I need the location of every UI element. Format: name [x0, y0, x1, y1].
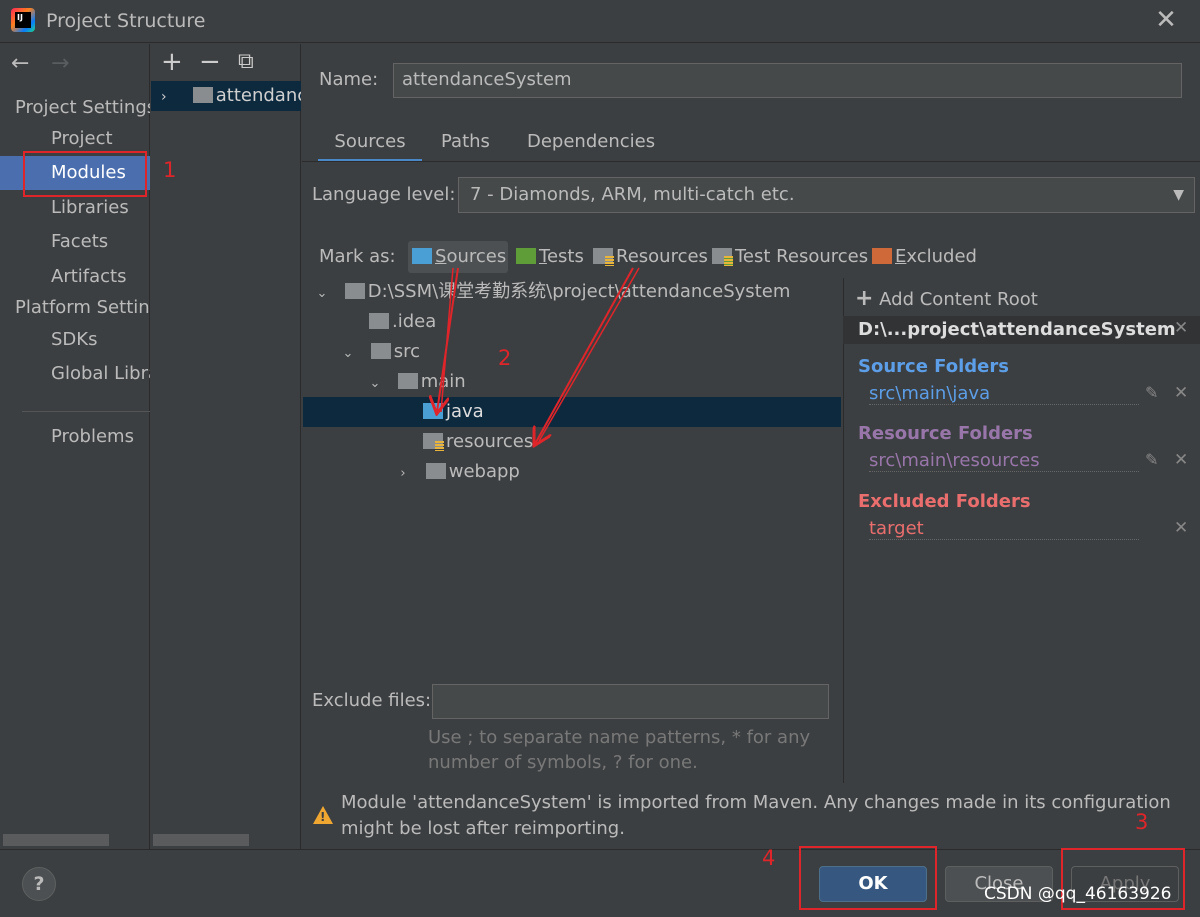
- arrow-sources-to-java-2: [440, 267, 454, 413]
- arrow-resources-to-folder: [535, 267, 634, 444]
- csdn-watermark: CSDN @qq_46163926: [984, 884, 1172, 904]
- arrow-resources-to-folder-2: [538, 267, 640, 442]
- annotation-arrows: [0, 267, 640, 917]
